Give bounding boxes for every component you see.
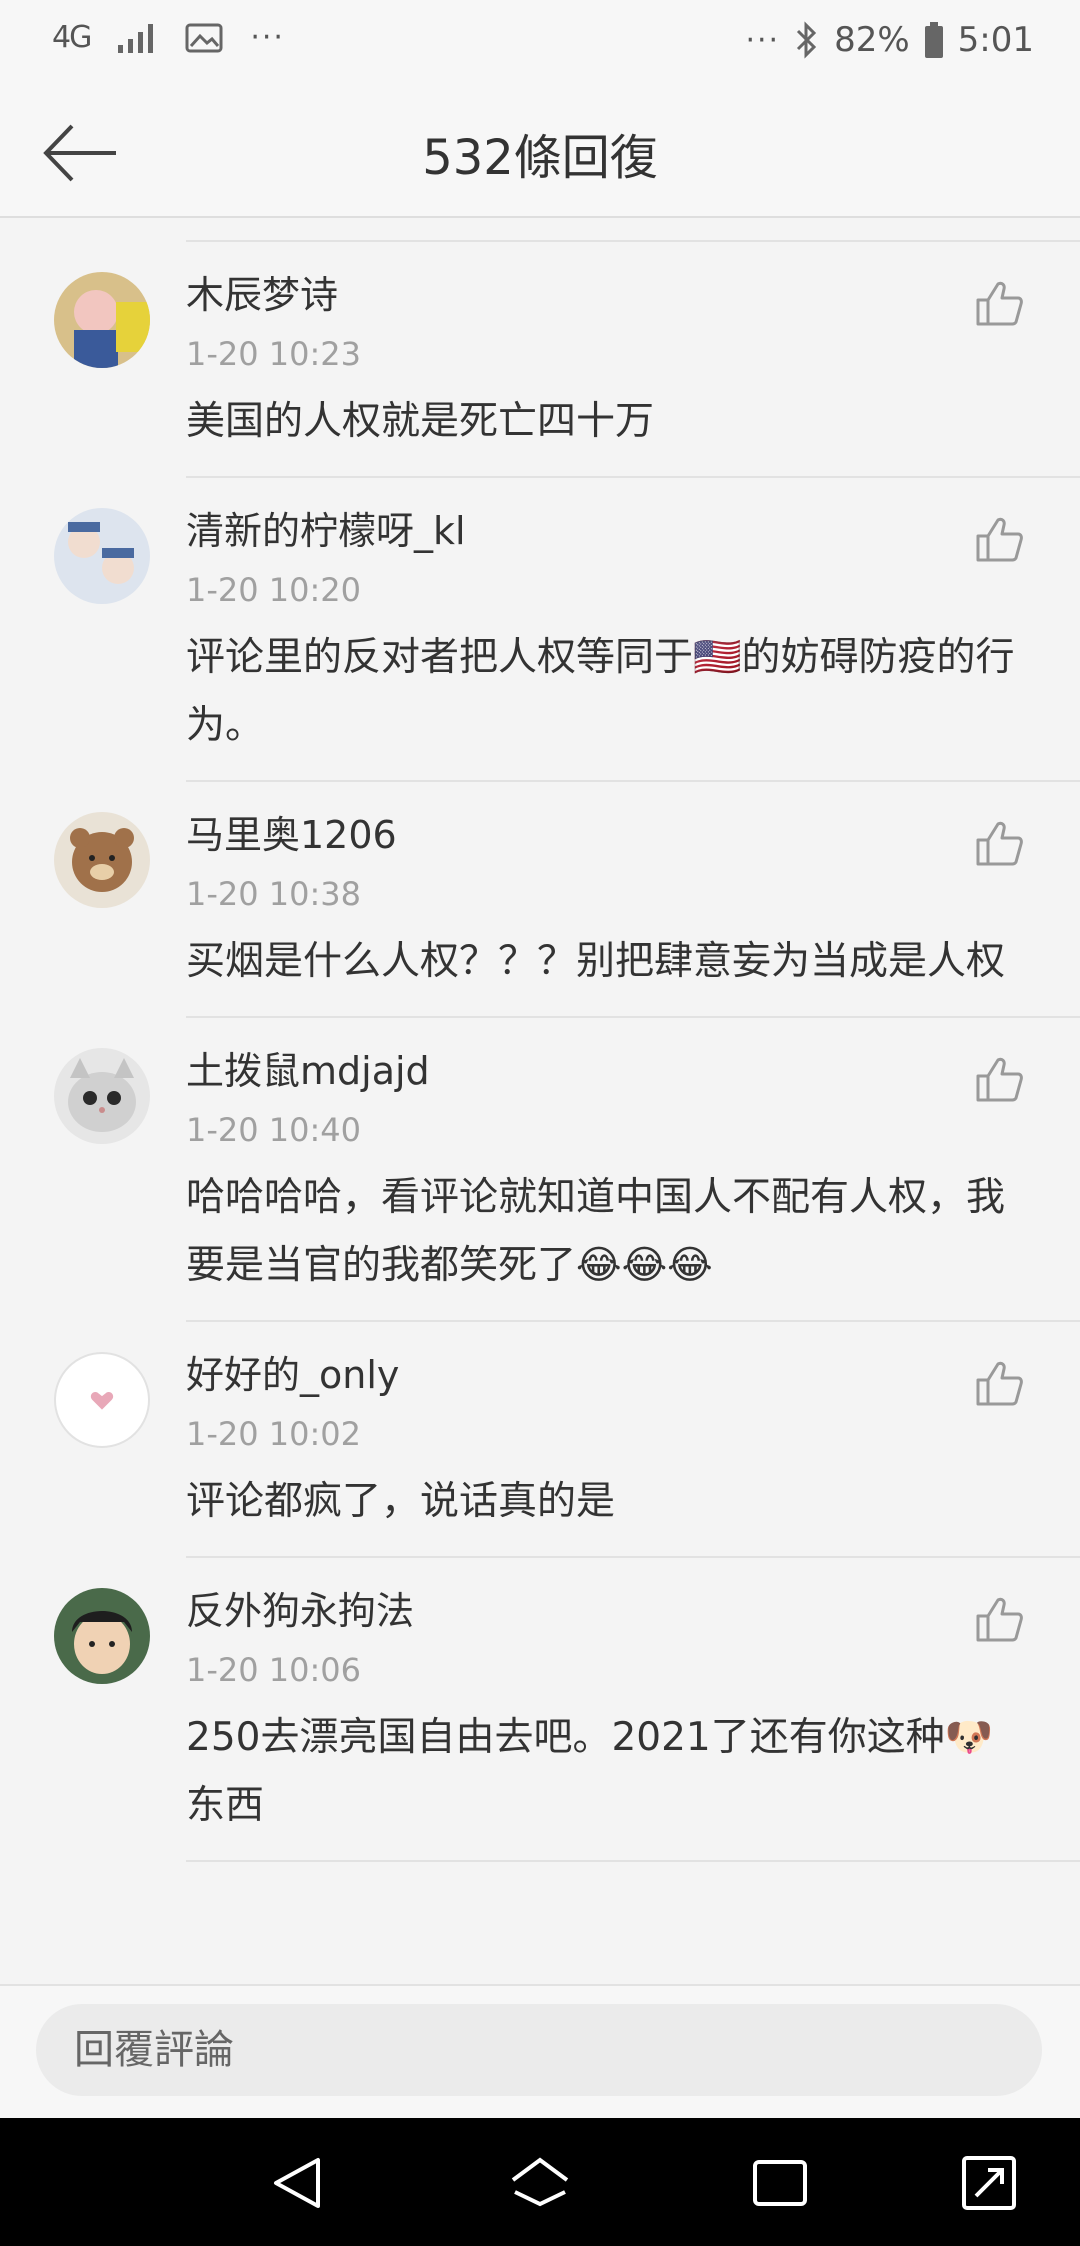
- comment-text: 评论都疯了，说话真的是: [186, 1479, 616, 1524]
- comment-time: 1-20 10:20: [186, 571, 362, 609]
- navigation-bar: [0, 2118, 1080, 2246]
- comment-time: 1-20 10:06: [186, 1651, 362, 1689]
- avatar[interactable]: [54, 508, 150, 604]
- nav-home-icon[interactable]: [505, 2148, 575, 2218]
- comment-text: 哈哈哈哈，看评论就知道中国人不配有人权，我要是当官的我都笑死了😂😂😂: [186, 1175, 1006, 1288]
- comment-item[interactable]: 木辰梦诗 1-20 10:23 美国的人权就是死亡四十万: [54, 242, 1080, 478]
- more-notifications-icon: ···: [250, 20, 285, 55]
- image-notification-icon: [185, 23, 223, 52]
- header: 532條回復: [0, 88, 1080, 218]
- avatar[interactable]: [54, 1048, 150, 1144]
- comment-username[interactable]: 反外狗永拘法: [186, 1586, 1080, 1636]
- comment-time: 1-20 10:23: [186, 335, 362, 373]
- comment-item[interactable]: 马里奥1206 1-20 10:38 买烟是什么人权？？？别把肆意妄为当成是人权: [54, 782, 1080, 1018]
- status-right: ··· 82% 5:01: [745, 20, 1034, 60]
- reply-input[interactable]: [36, 2004, 1042, 2096]
- battery-icon: [924, 22, 943, 58]
- clock: 5:01: [957, 20, 1034, 60]
- status-bar: 4G ··· ··· 82% 5:01: [0, 0, 1080, 88]
- avatar[interactable]: [54, 1588, 150, 1684]
- comment-username[interactable]: 好好的_only: [186, 1350, 1080, 1400]
- comment-text: 美国的人权就是死亡四十万: [186, 399, 655, 444]
- nav-expand-icon[interactable]: [954, 2148, 1024, 2218]
- nav-back-icon[interactable]: [262, 2148, 332, 2218]
- thumbs-up-icon[interactable]: [974, 1358, 1024, 1408]
- comment-item[interactable]: 反外狗永拘法 1-20 10:06 250去漂亮国自由去吧。2021了还有你这种…: [54, 1558, 1080, 1862]
- comment-time: 1-20 10:02: [186, 1415, 362, 1453]
- divider: [186, 218, 1080, 242]
- comment-username[interactable]: 清新的柠檬呀_kl: [186, 506, 1080, 556]
- thumbs-up-icon[interactable]: [974, 514, 1024, 564]
- comment-item[interactable]: 清新的柠檬呀_kl 1-20 10:20 评论里的反对者把人权等同于🇺🇸的妨碍防…: [54, 478, 1080, 782]
- status-left: 4G ···: [52, 20, 285, 55]
- comment-list[interactable]: 木辰梦诗 1-20 10:23 美国的人权就是死亡四十万 清新的柠檬呀_kl 1…: [0, 218, 1080, 1984]
- thumbs-up-icon[interactable]: [974, 818, 1024, 868]
- avatar[interactable]: [54, 812, 150, 908]
- bluetooth-icon: [797, 21, 817, 59]
- thumbs-up-icon[interactable]: [974, 1594, 1024, 1644]
- reply-bar: [0, 1984, 1080, 2120]
- nav-recent-icon[interactable]: [745, 2148, 815, 2218]
- comment-text: 250去漂亮国自由去吧。2021了还有你这种🐶东西: [186, 1715, 994, 1828]
- network-type: 4G: [52, 19, 92, 55]
- comment-item[interactable]: 好好的_only 1-20 10:02 评论都疯了，说话真的是: [54, 1322, 1080, 1558]
- comment-username[interactable]: 土拨鼠mdjajd: [186, 1046, 1080, 1096]
- comment-text: 买烟是什么人权？？？别把肆意妄为当成是人权: [186, 939, 1006, 984]
- comment-username[interactable]: 木辰梦诗: [186, 270, 1080, 320]
- more-icon: ···: [745, 22, 781, 58]
- comment-time: 1-20 10:40: [186, 1111, 362, 1149]
- comment-item[interactable]: 土拨鼠mdjajd 1-20 10:40 哈哈哈哈，看评论就知道中国人不配有人权…: [54, 1018, 1080, 1322]
- thumbs-up-icon[interactable]: [974, 278, 1024, 328]
- thumbs-up-icon[interactable]: [974, 1054, 1024, 1104]
- comment-time: 1-20 10:38: [186, 875, 362, 913]
- battery-percent: 82%: [834, 20, 910, 60]
- comment-text: 评论里的反对者把人权等同于🇺🇸的妨碍防疫的行为。: [186, 635, 1015, 748]
- avatar[interactable]: [54, 272, 150, 368]
- comment-username[interactable]: 马里奥1206: [186, 810, 1080, 860]
- page-title: 532條回復: [422, 130, 658, 186]
- avatar[interactable]: [54, 1352, 150, 1448]
- signal-icon: [118, 23, 154, 53]
